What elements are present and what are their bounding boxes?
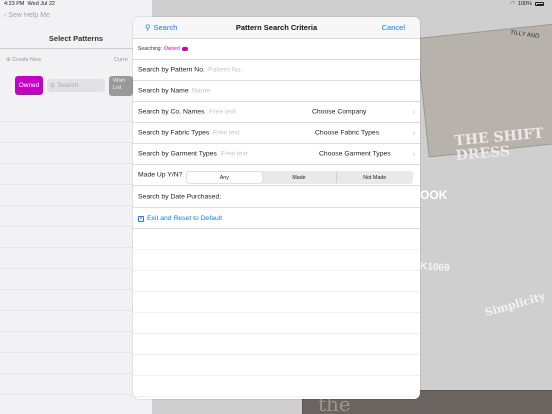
back-label: Sew Help Me xyxy=(8,12,50,19)
create-new-button[interactable]: ⊕ Create New xyxy=(6,57,41,63)
name-label: Search by Name xyxy=(138,87,189,95)
wifi-icon: ◠ xyxy=(510,1,515,7)
choose-garment-button[interactable]: Choose Garment Types xyxy=(319,151,391,158)
patterns-sidebar: ‹ Sew Help Me Select Patterns ⊕ Create N… xyxy=(0,0,152,414)
modal-nav-bar: ⚲ Search Pattern Search Criteria Cancel xyxy=(133,17,420,39)
exit-row-divider xyxy=(133,208,420,229)
garment-row: Search by Garment Types Free text Choose… xyxy=(133,144,420,165)
garment-label: Search by Garment Types xyxy=(138,150,217,158)
choose-company-button[interactable]: Choose Company xyxy=(312,109,366,116)
current-label: Curre xyxy=(114,57,128,63)
pattern-no-input[interactable]: Pattern No. xyxy=(208,67,242,74)
fabric-label: Search by Fabric Types xyxy=(138,129,210,137)
chevron-left-icon: ‹ xyxy=(4,12,7,19)
search-criteria-modal: ⚲ Search Pattern Search Criteria Cancel … xyxy=(133,17,420,399)
name-input[interactable]: Name xyxy=(192,88,210,95)
garment-input[interactable]: Free text xyxy=(221,151,248,158)
date-row[interactable]: Search by Date Purchased: xyxy=(133,186,420,208)
status-time: 4:23 PM Wed Jul 22 xyxy=(4,1,55,7)
owned-filter-chip[interactable]: Owned xyxy=(15,76,43,95)
searching-row xyxy=(133,39,420,60)
made-up-segmented-control: Any Made Not Made xyxy=(186,171,413,184)
status-right: ◠ 100% xyxy=(510,1,544,7)
wish-list-chip[interactable]: Wish List xyxy=(109,76,133,96)
fabric-row: Search by Fabric Types Free text Choose … xyxy=(133,123,420,144)
status-bar: 4:23 PM Wed Jul 22 ◠ 100% xyxy=(0,0,552,9)
segment-any[interactable]: Any xyxy=(187,172,262,183)
segment-not-made[interactable]: Not Made xyxy=(337,172,412,183)
company-row: Search by Co. Names Free text Choose Com… xyxy=(133,102,420,123)
segment-made[interactable]: Made xyxy=(262,172,338,183)
magazine-text: K1069 xyxy=(419,260,450,275)
sidebar-divider xyxy=(0,48,152,49)
search-icon: ⚲ xyxy=(50,82,55,90)
magazine-text: OOK xyxy=(420,188,448,202)
plus-circle-icon: ⊕ xyxy=(6,57,11,63)
search-button[interactable]: ⚲ Search xyxy=(145,23,177,32)
fabric-input[interactable]: Free text xyxy=(213,130,240,137)
name-row: Search by Name Name xyxy=(133,81,420,102)
choose-fabric-button[interactable]: Choose Fabric Types xyxy=(315,130,379,137)
pattern-no-row: Search by Pattern No. Pattern No. xyxy=(133,60,420,81)
date-label: Search by Date Purchased: xyxy=(138,193,222,200)
battery-icon xyxy=(535,2,544,6)
back-button[interactable]: ‹ Sew Help Me xyxy=(4,12,50,19)
made-up-label: Made Up Y/N? xyxy=(138,171,183,179)
chevron-right-icon: › xyxy=(412,107,415,117)
search-icon: ⚲ xyxy=(145,23,151,32)
battery-percent: 100% xyxy=(517,1,532,7)
company-label: Search by Co. Names xyxy=(138,108,205,116)
sidebar-title: Select Patterns xyxy=(48,34,104,43)
sidebar-search-input[interactable]: ⚲ Search xyxy=(47,79,105,92)
company-input[interactable]: Free text xyxy=(209,109,236,116)
empty-table-rows xyxy=(133,229,420,399)
pattern-no-label: Search by Pattern No. xyxy=(138,66,205,74)
cancel-button[interactable]: Cancel xyxy=(382,23,405,32)
chevron-right-icon: › xyxy=(412,128,415,138)
pattern-list xyxy=(0,101,152,414)
chevron-right-icon: › xyxy=(412,149,415,159)
